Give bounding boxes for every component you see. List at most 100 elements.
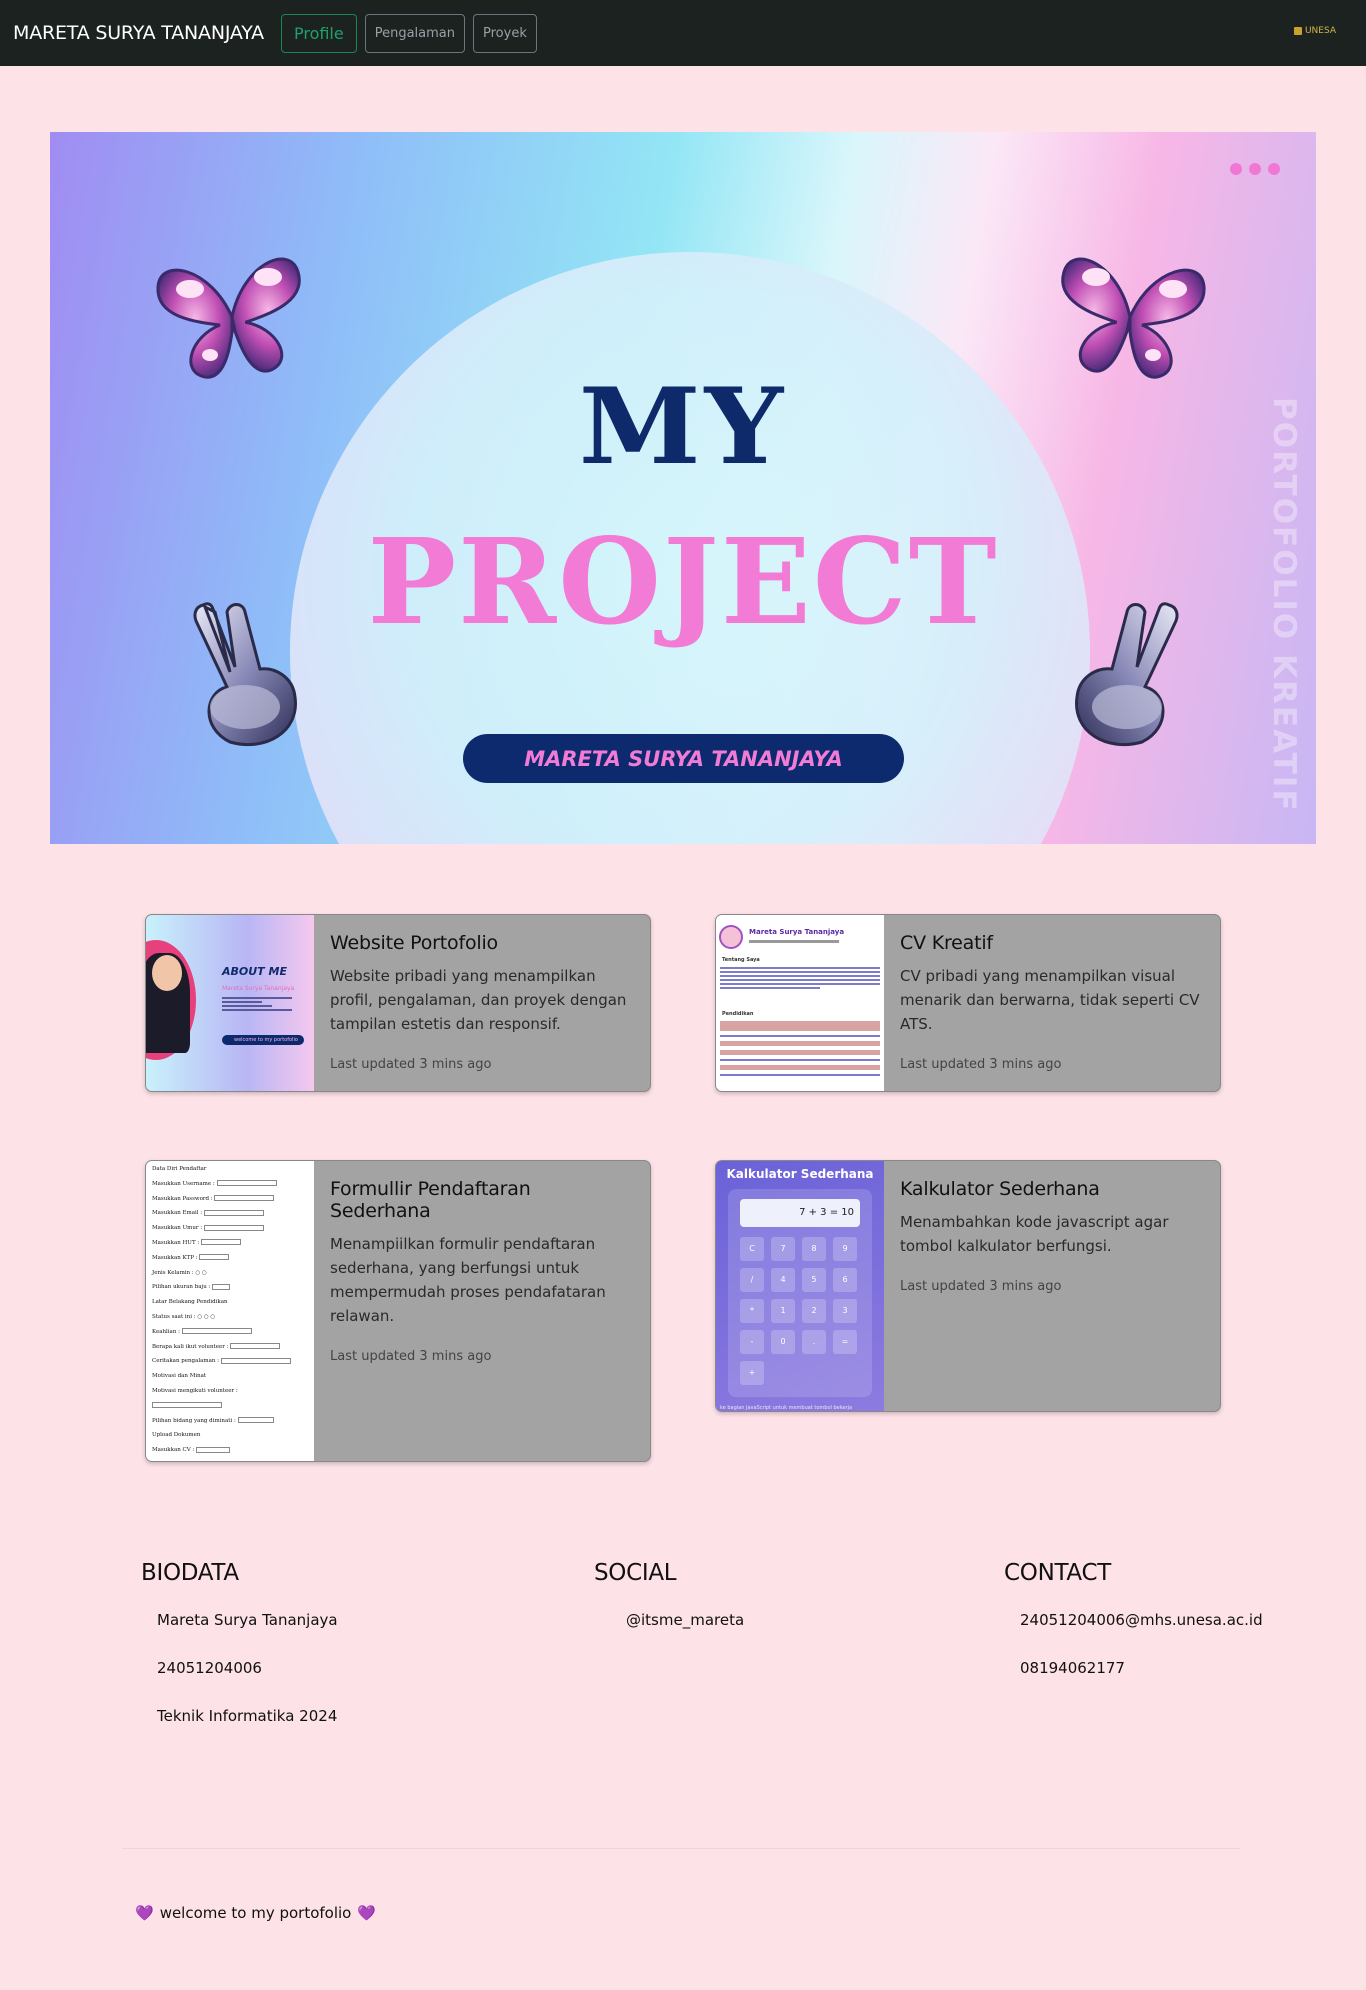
calc-key: - bbox=[740, 1330, 764, 1354]
hero-title-my: MY bbox=[578, 365, 788, 488]
card-updated: Last updated 3 mins ago bbox=[900, 1057, 1062, 1072]
calc-key: 0 bbox=[771, 1330, 795, 1354]
card-title[interactable]: CV Kreatif bbox=[900, 932, 1204, 954]
calc-key: 5 bbox=[802, 1268, 826, 1292]
card-thumbnail: ABOUT ME Mareta Surya Tananjaya welcome … bbox=[146, 915, 314, 1091]
welcome-text: welcome to my portofolio bbox=[159, 1904, 352, 1922]
purple-heart-icon: 💜 bbox=[357, 1904, 377, 1922]
footer-contact: CONTACT 24051204006@mhs.unesa.ac.id 0819… bbox=[1004, 1560, 1263, 1704]
project-card-kalkulator[interactable]: Kalkulator Sederhana 7 + 3 = 10 C 7 8 9 / 4 5 6… bbox=[715, 1160, 1221, 1412]
card-description: CV pribadi yang menampilkan visual menar… bbox=[900, 967, 1200, 1033]
calc-key: . bbox=[802, 1330, 826, 1354]
footer-contact-heading: CONTACT bbox=[1004, 1560, 1111, 1586]
nav-pengalaman-button[interactable]: Pengalaman bbox=[364, 13, 465, 53]
footer-contact-phone: 08194062177 bbox=[1020, 1659, 1125, 1677]
form-label: Masukkan Password : bbox=[152, 1195, 213, 1202]
calc-key: 6 bbox=[833, 1268, 857, 1292]
footer-contact-email[interactable]: 24051204006@mhs.unesa.ac.id bbox=[1004, 1608, 1263, 1656]
calc-key: * bbox=[740, 1299, 764, 1323]
form-label: Masukkan Email : bbox=[152, 1210, 203, 1217]
footer-social-instagram-link[interactable]: @itsme_mareta bbox=[594, 1608, 744, 1656]
purple-heart-icon: 💜 bbox=[135, 1904, 154, 1922]
form-label: Masukkan HUT : bbox=[152, 1239, 200, 1246]
thumb-cv-section2: Pendidikan bbox=[722, 1011, 754, 1017]
card-title[interactable]: Website Portofolio bbox=[330, 932, 634, 954]
hero-banner: MY PROJECT MARETA SURYA TANANJAYA PORTOF… bbox=[50, 132, 1316, 844]
nav-proyek-button[interactable]: Proyek bbox=[473, 13, 537, 53]
card-updated: Last updated 3 mins ago bbox=[330, 1349, 492, 1364]
card-description: Menambahkan kode javascript agar tombol … bbox=[900, 1213, 1169, 1255]
calc-key: 9 bbox=[833, 1237, 857, 1261]
calc-key: 2 bbox=[802, 1299, 826, 1323]
footer-social-heading: SOCIAL bbox=[594, 1560, 677, 1586]
card-thumbnail: Kalkulator Sederhana 7 + 3 = 10 C 7 8 9 / 4 5 6… bbox=[716, 1161, 884, 1411]
thumb-welcome-button: welcome to my portofolio bbox=[222, 1035, 304, 1045]
form-input bbox=[214, 1195, 275, 1202]
hero-title-project: PROJECT bbox=[367, 512, 999, 651]
form-input bbox=[237, 1417, 274, 1424]
footer-biodata-heading: BIODATA bbox=[141, 1560, 239, 1586]
project-card-formulir-pendaftaran[interactable]: Data Diri Pendaftar Masukkan Username : … bbox=[145, 1160, 651, 1462]
calc-key: 1 bbox=[771, 1299, 795, 1323]
footer-biodata-item: 24051204006 bbox=[157, 1659, 262, 1677]
form-label: Keahlian : bbox=[152, 1328, 180, 1335]
footer-biodata-item: Mareta Surya Tananjaya bbox=[157, 1611, 338, 1629]
calc-key: 8 bbox=[802, 1237, 826, 1261]
hero-name-pill: MARETA SURYA TANANJAYA bbox=[463, 734, 904, 783]
thumb-cv-name: Mareta Surya Tananjaya bbox=[749, 928, 845, 936]
calc-key: 4 bbox=[771, 1268, 795, 1292]
form-label: Ceritakan pengalaman : bbox=[152, 1358, 220, 1365]
form-label: Masukkan CV : bbox=[152, 1447, 195, 1454]
thumb-calc-keypad: C 7 8 9 / 4 5 6 * 1 2 3 -0. = + bbox=[740, 1237, 864, 1385]
calc-key: / bbox=[740, 1268, 764, 1292]
calc-key: C bbox=[740, 1237, 764, 1261]
form-label: Pilihan bidang yang diminati : bbox=[152, 1417, 236, 1424]
form-input bbox=[212, 1283, 231, 1290]
form-input bbox=[196, 1446, 231, 1453]
form-input bbox=[199, 1254, 230, 1261]
form-input bbox=[220, 1357, 291, 1364]
unesa-logo-text: UNESA bbox=[1304, 26, 1336, 36]
form-input bbox=[152, 1402, 222, 1409]
navbar: MARETA SURYA TANANJAYA Profile Pengalama… bbox=[0, 0, 1366, 66]
form-input bbox=[203, 1209, 264, 1216]
footer-biodata-item: Teknik Informatika 2024 bbox=[157, 1707, 338, 1725]
form-label: Latar Belakang Pendidikan bbox=[152, 1299, 228, 1306]
thumb-calc-heading: Kalkulator Sederhana bbox=[726, 1167, 874, 1181]
form-label: Upload Dokumen bbox=[152, 1432, 201, 1439]
card-title[interactable]: Formullir Pendaftaran Sederhana bbox=[330, 1178, 634, 1222]
card-description: Menampiilkan formulir pendaftaran sederh… bbox=[330, 1235, 606, 1325]
project-card-website-portofolio[interactable]: ABOUT ME Mareta Surya Tananjaya welcome … bbox=[145, 914, 651, 1092]
brand-name[interactable]: MARETA SURYA TANANJAYA bbox=[13, 22, 264, 44]
card-thumbnail: Mareta Surya Tananjaya Tentang Saya Pend… bbox=[716, 915, 884, 1091]
calc-key: 7 bbox=[771, 1237, 795, 1261]
form-label: Motivasi dan Minat bbox=[152, 1373, 207, 1380]
thumb-name: Mareta Surya Tananjaya bbox=[222, 985, 295, 992]
form-label: Masukkan KTP : bbox=[152, 1254, 198, 1261]
form-label: Masukkan Umur : bbox=[152, 1225, 203, 1232]
form-label: Data Diri Pendaftar bbox=[152, 1166, 207, 1172]
form-label: Masukkan Username : bbox=[152, 1180, 215, 1187]
footer-social: SOCIAL @itsme_mareta bbox=[594, 1560, 744, 1656]
form-input bbox=[203, 1224, 264, 1231]
form-label: Jenis Kelamin : bbox=[152, 1269, 194, 1276]
footer-divider bbox=[122, 1848, 1240, 1849]
thumb-about-heading: ABOUT ME bbox=[222, 965, 287, 978]
card-thumbnail: Data Diri Pendaftar Masukkan Username : … bbox=[146, 1161, 314, 1461]
hero-dots-icon bbox=[1230, 163, 1280, 175]
unesa-logo: UNESA bbox=[1293, 26, 1336, 36]
card-title[interactable]: Kalkulator Sederhana bbox=[900, 1178, 1204, 1200]
card-description: Website pribadi yang menampilkan profil,… bbox=[330, 967, 627, 1033]
form-input bbox=[230, 1343, 281, 1350]
thumb-cv-section1: Tentang Saya bbox=[722, 957, 760, 963]
form-label: Motivasi mengikuti volunteer : bbox=[152, 1387, 238, 1394]
calc-key: 3 bbox=[833, 1299, 857, 1323]
project-card-cv-kreatif[interactable]: Mareta Surya Tananjaya Tentang Saya Pend… bbox=[715, 914, 1221, 1092]
nav-profile-button[interactable]: Profile bbox=[280, 13, 357, 53]
card-updated: Last updated 3 mins ago bbox=[900, 1279, 1062, 1294]
welcome-message: 💜 welcome to my portofolio 💜 bbox=[135, 1904, 376, 1922]
footer-biodata: BIODATA Mareta Surya Tananjaya 240512040… bbox=[141, 1560, 338, 1752]
thumb-calc-display: 7 + 3 = 10 bbox=[740, 1199, 860, 1227]
form-label: Status saat ini : bbox=[152, 1313, 196, 1320]
calc-key: = bbox=[833, 1330, 857, 1354]
